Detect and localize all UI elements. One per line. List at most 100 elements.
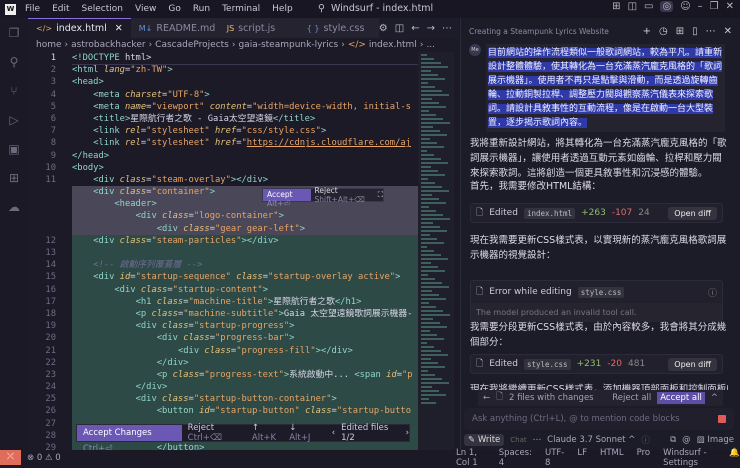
minimize-icon[interactable]: – xyxy=(698,1,703,12)
more-actions-icon[interactable]: ⋯ xyxy=(442,23,452,34)
tab-index-html[interactable]: </> index.html ✕ xyxy=(28,18,131,38)
breadcrumb-item[interactable]: home xyxy=(36,40,62,50)
minimap-line xyxy=(421,234,430,236)
extensions-icon[interactable]: ⊞ xyxy=(9,171,19,185)
write-mode-button[interactable]: ✎ Write xyxy=(464,434,505,446)
tab-script-js[interactable]: JS script.js xyxy=(218,18,299,38)
reject-all-button[interactable]: Reject all xyxy=(612,393,651,403)
forward-arrow-icon[interactable]: → xyxy=(427,23,435,34)
image-button[interactable]: ▨ Image xyxy=(697,435,734,445)
menu-terminal[interactable]: Terminal xyxy=(222,4,260,14)
previous-change-button[interactable]: ↑ Alt+K xyxy=(252,423,283,443)
reject-changes-button[interactable]: Reject Ctrl+⌫ xyxy=(188,423,246,443)
customize-layout-icon[interactable]: ⊞ xyxy=(612,1,620,12)
code-token: <!DOCTYPE xyxy=(72,53,120,63)
file-name[interactable]: style.css xyxy=(577,286,625,298)
menu-file[interactable]: File xyxy=(25,4,40,14)
search-icon[interactable]: ⚲ xyxy=(10,55,19,69)
remote-icon[interactable]: ⤫ xyxy=(0,450,21,465)
file-icon: 🗋 xyxy=(476,208,484,218)
menu-view[interactable]: View xyxy=(135,4,156,14)
minimap-line xyxy=(421,138,430,140)
tab-style-css[interactable]: { } style.css xyxy=(298,18,379,38)
close-panel-icon[interactable]: ✕ xyxy=(724,26,732,37)
inline-reject-button[interactable]: Reject Shift+Alt+⌫ xyxy=(311,186,378,204)
docker-icon[interactable]: ☁ xyxy=(8,200,20,214)
code-token: <meta xyxy=(93,101,120,112)
history-icon[interactable]: ◷ xyxy=(659,26,668,37)
source-control-icon[interactable]: ⑂ xyxy=(10,84,17,98)
breadcrumb-item[interactable]: astrobackhacker xyxy=(71,40,145,50)
tab-readme-md[interactable]: M↓ README.md xyxy=(130,18,219,38)
minimap-line xyxy=(421,94,449,96)
cascade-icon[interactable]: ◎ xyxy=(660,1,674,12)
previous-file-icon[interactable]: ‹ xyxy=(332,428,335,438)
code-token: "stylesheet" xyxy=(146,126,210,137)
more-modes-icon[interactable]: ⋯ xyxy=(533,435,542,445)
code-area[interactable]: <!DOCTYPE html> <html lang="zh-TW"> <head>… xyxy=(72,52,418,450)
conversation-title: Creating a Steampunk Lyrics Website xyxy=(469,26,609,36)
user-message-text: 目前網站的操作流程類似一般歌詞網站，較為平凡。請重新設計整體體驗，使其轉化為一台… xyxy=(488,48,723,128)
remote-explorer-icon[interactable]: ▣ xyxy=(8,142,19,156)
chat-input-placeholder: Ask anything (Ctrl+L), @ to mention code… xyxy=(472,414,680,424)
expand-icon[interactable]: ⛶ xyxy=(378,190,383,200)
info-icon[interactable]: ⓘ xyxy=(708,286,717,299)
code-line: </head> xyxy=(72,150,418,162)
file-name[interactable]: style.css xyxy=(523,358,571,370)
toggle-panel-icon[interactable]: ▭ xyxy=(644,1,653,12)
help-icon[interactable]: ⓘ xyxy=(641,434,650,446)
code-token: </div xyxy=(135,382,163,393)
open-editor-icon[interactable]: ⧉ xyxy=(670,435,676,445)
menu-edit[interactable]: Edit xyxy=(52,4,69,14)
run-debug-icon[interactable]: ▷ xyxy=(9,113,18,127)
settings-gear-icon[interactable]: ⚙ xyxy=(379,23,388,34)
back-arrow-icon[interactable]: ← xyxy=(483,393,490,403)
accept-changes-button[interactable]: Accept Changes Ctrl+⏎ xyxy=(77,425,182,454)
breadcrumb-item[interactable]: CascadeProjects xyxy=(155,40,229,50)
explorer-icon[interactable]: ❐ xyxy=(9,26,20,40)
minimap-line xyxy=(421,326,447,328)
command-center[interactable]: ⚲ Windsurf - index.html xyxy=(318,3,433,14)
mention-icon[interactable]: @ xyxy=(682,435,691,445)
minimap[interactable] xyxy=(418,52,454,450)
chat-input[interactable]: Ask anything (Ctrl+L), @ to mention code… xyxy=(464,408,734,430)
more-icon[interactable]: ⋯ xyxy=(706,26,716,37)
back-arrow-icon[interactable]: ← xyxy=(411,23,419,34)
chevron-up-icon[interactable]: ^ xyxy=(711,393,718,403)
account-icon[interactable]: ☺ xyxy=(680,1,690,12)
split-editor-icon[interactable]: ◫ xyxy=(395,23,404,34)
inline-accept-button[interactable]: Accept Alt+⏎ xyxy=(263,189,311,208)
file-name[interactable]: index.html xyxy=(523,207,576,219)
breadcrumb-item[interactable]: gaia-steampunk-lyrics xyxy=(238,40,338,50)
accept-all-button[interactable]: Accept all xyxy=(657,392,705,404)
next-change-button[interactable]: ↓ Alt+J xyxy=(289,423,317,443)
menu-selection[interactable]: Selection xyxy=(82,4,123,14)
assistant-text: 現在我將繼續更新CSS樣式表，添加機器頂部面板和控制面板的 xyxy=(470,384,728,390)
code-token: "startup-progress" xyxy=(193,321,290,332)
model-selector[interactable]: Claude 3.7 Sonnet ^ xyxy=(547,435,635,445)
breadcrumb-item[interactable]: index.html xyxy=(369,40,417,50)
menu-go[interactable]: Go xyxy=(168,4,180,14)
toggle-sidebar-icon[interactable]: ◫ xyxy=(628,1,637,12)
stop-button[interactable] xyxy=(718,415,726,423)
new-chat-icon[interactable]: + xyxy=(643,26,651,37)
docs-book-icon[interactable]: ▯ xyxy=(692,26,698,37)
html-file-icon: </> xyxy=(36,24,53,33)
code-line: <link rel="stylesheet" href="https://cdn… xyxy=(72,137,418,149)
close-window-icon[interactable]: ✕ xyxy=(726,1,734,12)
chat-mode-button[interactable]: Chat xyxy=(510,436,526,444)
line-number: 29 xyxy=(45,443,56,450)
code-editor[interactable]: 1 2 3 4 5 6 7 8 9 10 11 12 13 14 15 16 17 18 19 20 21 22 23 24 2… xyxy=(28,52,458,450)
restore-icon[interactable]: ❐ xyxy=(710,1,719,12)
next-file-icon[interactable]: › xyxy=(406,428,409,438)
problems-indicator[interactable]: ⊗ 0 ⚠ 0 xyxy=(27,453,61,463)
open-diff-button[interactable]: Open diff xyxy=(668,357,717,371)
menu-run[interactable]: Run xyxy=(193,4,210,14)
close-tab-icon[interactable]: ✕ xyxy=(115,23,123,34)
code-token: </div xyxy=(246,235,274,246)
menu-help[interactable]: Help xyxy=(272,4,293,14)
breadcrumb-item[interactable]: ... xyxy=(426,40,435,50)
changes-label[interactable]: 2 files with changes xyxy=(509,393,594,403)
open-diff-button[interactable]: Open diff xyxy=(668,206,717,220)
plugins-icon[interactable]: ⊞ xyxy=(676,26,684,37)
